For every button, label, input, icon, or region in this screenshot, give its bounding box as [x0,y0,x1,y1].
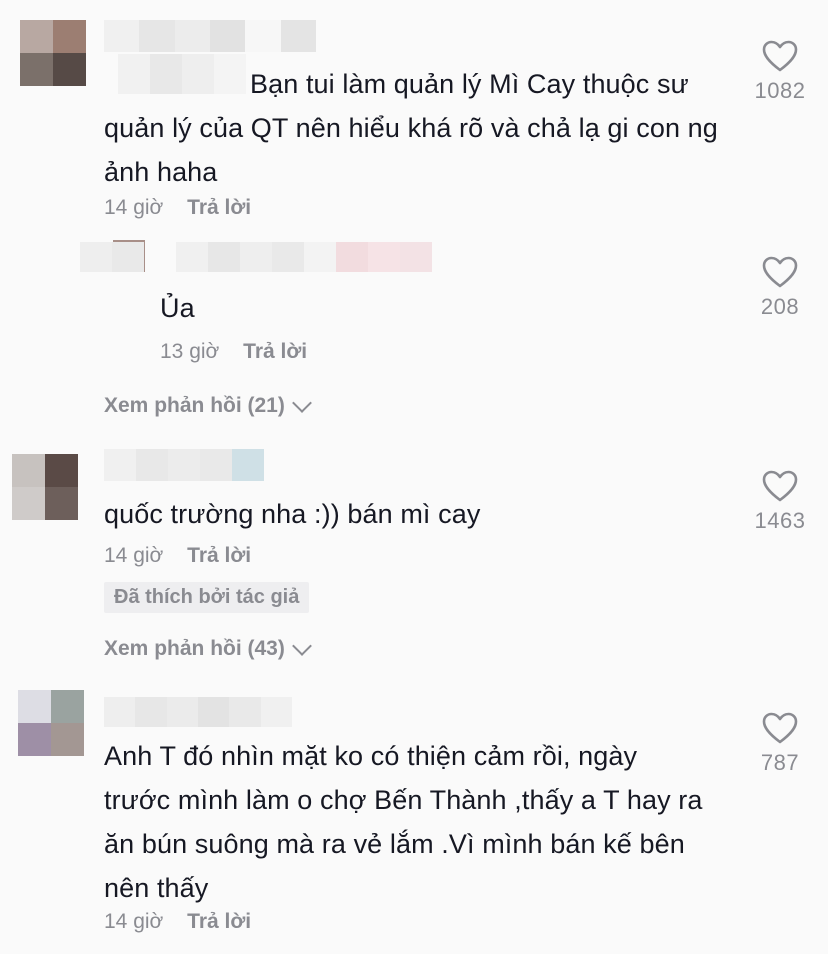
comment-time: 14 giờ [104,910,164,933]
view-replies-button[interactable]: Xem phản hồi (21) [104,393,312,418]
chevron-down-icon [291,636,312,656]
like-button[interactable]: 787 [735,712,825,776]
heart-outline-icon [762,712,798,744]
like-count: 1082 [754,78,806,103]
reply-username-pixelated[interactable] [80,242,432,272]
username-pixelated[interactable] [104,449,264,481]
reply-text: Ủa [160,293,195,323]
username-pixelated[interactable] [104,20,316,52]
comment-meta: 14 giờ Trả lời [104,910,251,934]
comment-text: Anh T đó nhìn mặt ko có thiện cảm rồi, n… [104,741,703,903]
view-replies-label: Xem phản hồi (21) [104,394,285,417]
reply-like-button[interactable]: 208 [735,256,825,320]
liked-by-author-badge: Đã thích bởi tác giả [104,582,310,613]
view-replies-label: Xem phản hồi (43) [104,637,285,660]
comment-meta: 14 giờ Trả lời [104,544,251,568]
like-count: 208 [760,294,800,319]
chevron-down-icon [291,393,312,413]
reply-button[interactable]: Trả lời [187,544,251,567]
like-count: 1463 [754,508,806,533]
commenter-avatar[interactable] [12,454,78,520]
heart-outline-icon [762,40,798,72]
comment-time: 14 giờ [104,196,164,219]
heart-outline-icon [762,256,798,288]
commenter-avatar[interactable] [20,20,86,86]
heart-outline-icon [762,470,798,502]
commenter-avatar[interactable] [18,690,84,756]
comment-text: quốc trường nha :)) bán mì cay [104,499,481,529]
reply-meta: 13 giờ Trả lời [160,340,307,364]
reply-button[interactable]: Trả lời [187,910,251,933]
comment-text: Bạn tui làm quản lý Mì Cay thuộc sư quản… [104,69,718,187]
comment-meta: 14 giờ Trả lời [104,196,251,220]
username-pixelated[interactable] [104,697,292,727]
like-button[interactable]: 1082 [735,40,825,104]
reply-button[interactable]: Trả lời [187,196,251,219]
reply-to-reply-button[interactable]: Trả lời [243,340,307,363]
comments-panel: Bạn tui làm quản lý Mì Cay thuộc sư quản… [0,0,828,954]
view-replies-button[interactable]: Xem phản hồi (43) [104,636,312,661]
reply-time: 13 giờ [160,340,220,363]
like-button[interactable]: 1463 [735,470,825,534]
comment-time: 14 giờ [104,544,164,567]
like-count: 787 [760,750,800,775]
